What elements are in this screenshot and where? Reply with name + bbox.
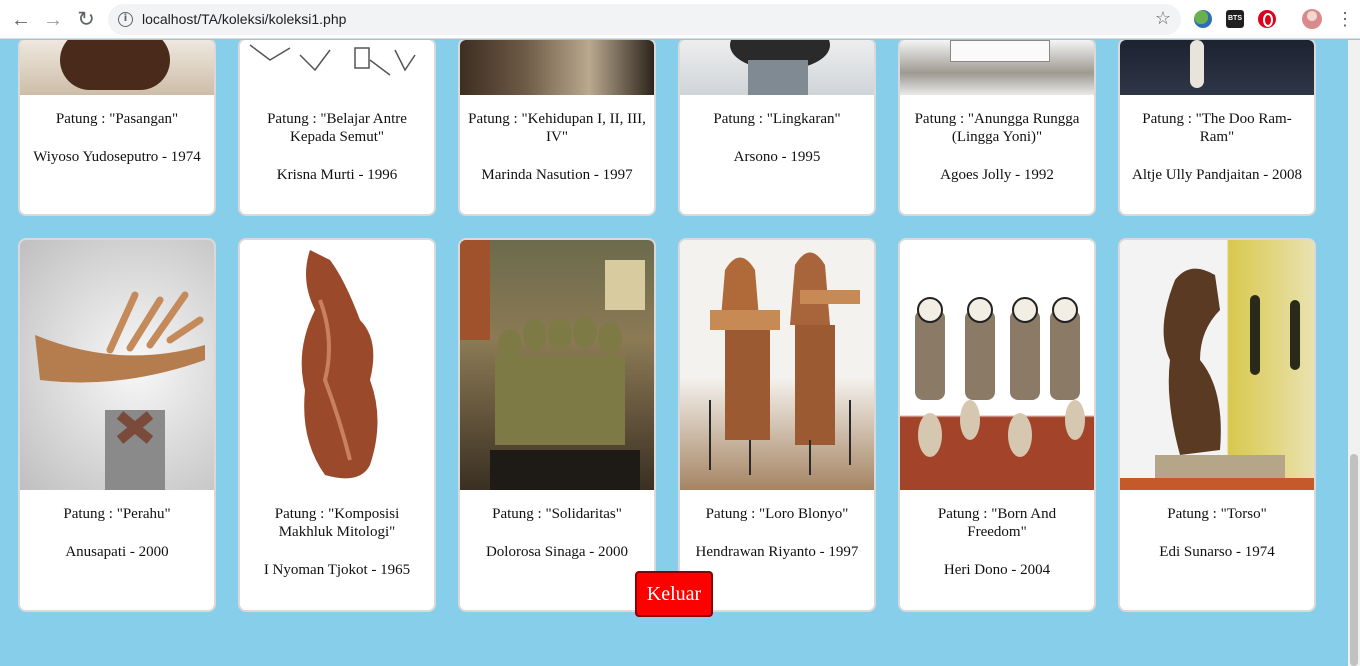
sculpture-image: [20, 240, 214, 490]
page-content: Patung : "Pasangan" Wiyoso Yudoseputro - …: [0, 40, 1348, 666]
profile-avatar[interactable]: [1302, 9, 1322, 29]
sculpture-image: [240, 240, 434, 490]
sculpture-image: [680, 240, 874, 490]
sculpture-title: Patung : "Torso": [1167, 506, 1267, 522]
sculpture-title: Patung : "Born And Freedom": [937, 506, 1057, 540]
back-arrow-icon[interactable]: ←: [9, 8, 33, 32]
extension-opera-icon[interactable]: [1258, 10, 1276, 28]
sculpture-title: Patung : "Solidaritas": [492, 506, 622, 522]
logout-button[interactable]: Keluar: [635, 571, 713, 617]
forward-arrow-icon[interactable]: →: [41, 8, 65, 32]
sculpture-card[interactable]: Patung : "Kehidupan I, II, III, IV" Marin…: [458, 40, 656, 216]
sculpture-card[interactable]: Patung : "Perahu" Anusapati - 2000: [18, 238, 216, 612]
kebab-menu-icon[interactable]: ⋮: [1336, 7, 1354, 31]
sculpture-artist: Anusapati - 2000: [65, 544, 169, 560]
browser-toolbar: ← → ↻ i localhost/TA/koleksi/koleksi1.ph…: [0, 0, 1360, 39]
sculpture-artist: Edi Sunarso - 1974: [1159, 544, 1275, 560]
url-text[interactable]: localhost/TA/koleksi/koleksi1.php: [142, 11, 346, 27]
sculpture-artist: Wiyoso Yudoseputro - 1974: [33, 149, 201, 165]
sculpture-card[interactable]: Patung : "Lingkaran" Arsono - 1995: [678, 40, 876, 216]
sculpture-card[interactable]: Patung : "Pasangan" Wiyoso Yudoseputro - …: [18, 40, 216, 216]
sculpture-image: [900, 40, 1094, 95]
sculpture-image: [1120, 40, 1314, 95]
sculpture-title: Patung : "Pasangan": [55, 111, 179, 127]
sculpture-image: [240, 40, 434, 95]
sculpture-artist: Krisna Murti - 1996: [276, 167, 398, 183]
scrollbar-thumb[interactable]: [1350, 454, 1358, 666]
sculpture-image: [900, 240, 1094, 490]
sculpture-card[interactable]: Patung : "Born And Freedom" Heri Dono - 2…: [898, 238, 1096, 612]
sculpture-title: Patung : "Perahu": [63, 506, 171, 522]
sculpture-artist: Dolorosa Sinaga - 2000: [485, 544, 629, 560]
sculpture-artist: Agoes Jolly - 1992: [940, 167, 1054, 183]
sculpture-title: Patung : "Anunggа Rungga (Lingga Yoni)": [914, 111, 1080, 145]
sculpture-card[interactable]: Patung : "The Doo Ram-Ram" Altje Ully Pan…: [1118, 40, 1316, 216]
sculpture-image: [1120, 240, 1314, 490]
sculpture-artist: Arsono - 1995: [733, 149, 821, 165]
sculpture-artist: Altje Ully Pandjaitan - 2008: [1132, 167, 1302, 183]
sculpture-card[interactable]: Patung : "Torso" Edi Sunarso - 1974: [1118, 238, 1316, 612]
sculpture-card[interactable]: Patung : "Loro Blonyo" Hendrawan Riyanto …: [678, 238, 876, 612]
sculpture-artist: I Nyoman Tjokot - 1965: [263, 562, 411, 578]
sculpture-artist: Hendrawan Riyanto - 1997: [695, 544, 859, 560]
info-icon[interactable]: i: [118, 12, 133, 27]
extension-globe-icon[interactable]: [1194, 10, 1212, 28]
sculpture-title: Patung : "The Doo Ram-Ram": [1142, 111, 1292, 145]
sculpture-title: Patung : "Loro Blonyo": [705, 506, 849, 522]
sculpture-title: Patung : "Komposisi Makhluk Mitologi": [274, 506, 400, 540]
sculpture-image: [20, 40, 214, 95]
sculpture-image: [460, 40, 654, 95]
page-scrollbar[interactable]: [1348, 40, 1360, 666]
reload-icon[interactable]: ↻: [74, 8, 98, 32]
sculpture-card[interactable]: Patung : "Anunggа Rungga (Lingga Yoni)" A…: [898, 40, 1096, 216]
sculpture-title: Patung : "Belajar Antre Kepada Semut": [267, 111, 407, 145]
sculpture-artist: Marinda Nasution - 1997: [481, 167, 633, 183]
sculpture-card[interactable]: Patung : "Belajar Antre Kepada Semut" Kri…: [238, 40, 436, 216]
address-bar[interactable]: i localhost/TA/koleksi/koleksi1.php ☆: [108, 4, 1181, 35]
sculpture-image: [460, 240, 654, 490]
sculpture-title: Patung : "Lingkaran": [713, 111, 841, 127]
sculpture-card[interactable]: Patung : "Komposisi Makhluk Mitologi" I N…: [238, 238, 436, 612]
sculpture-image: [680, 40, 874, 95]
sculpture-artist: Heri Dono - 2004: [943, 562, 1051, 578]
extension-bts-icon[interactable]: BTS: [1226, 10, 1244, 28]
sculpture-title: Patung : "Kehidupan I, II, III, IV": [468, 111, 646, 145]
sculpture-card[interactable]: Patung : "Solidaritas" Dolorosa Sinaga - …: [458, 238, 656, 612]
bookmark-star-icon[interactable]: ☆: [1155, 8, 1171, 29]
